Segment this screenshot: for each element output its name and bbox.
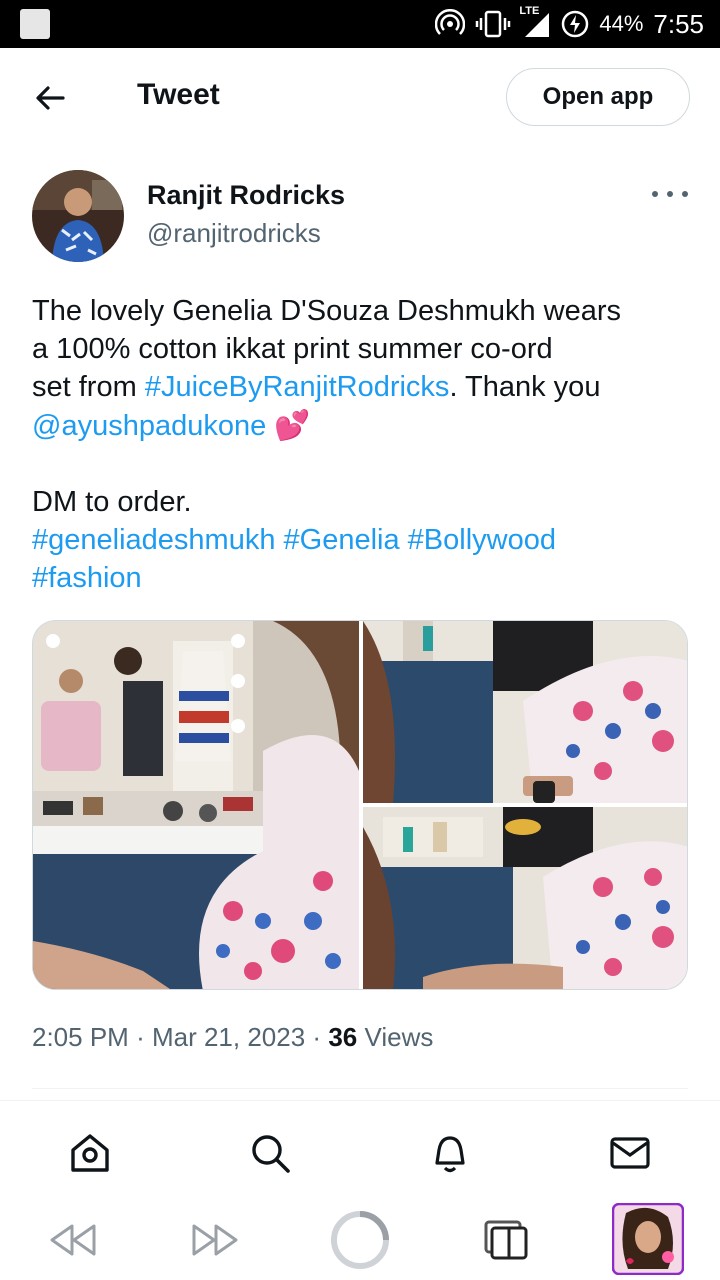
- search-icon: [252, 1135, 290, 1173]
- tweet-line: DM to order.: [32, 486, 192, 518]
- tweet-line: The lovely Genelia D'Souza Deshmukh wear…: [32, 295, 622, 327]
- tabs-button[interactable]: [478, 1210, 534, 1270]
- vibrate-icon: [475, 9, 511, 39]
- separator: ·: [136, 1022, 145, 1052]
- two-hearts-emoji: 💕: [274, 408, 311, 442]
- tweet-time: 2:05 PM: [32, 1022, 129, 1052]
- hashtag-link[interactable]: #JuiceByRanjitRodricks: [145, 371, 450, 403]
- profile-thumbnail-button[interactable]: [612, 1203, 684, 1275]
- page-title: Tweet: [137, 78, 220, 111]
- open-app-button[interactable]: Open app: [506, 68, 690, 126]
- status-bar: LTE 44% 7:55: [0, 0, 720, 48]
- tab-bar: [0, 1100, 720, 1200]
- profile-thumbnail: [612, 1203, 684, 1275]
- photo-2[interactable]: [363, 621, 687, 803]
- mention-link[interactable]: @ayushpadukone: [32, 410, 266, 442]
- media-grid: [32, 620, 688, 990]
- tweet-line: @ayushpadukone 💕: [32, 406, 692, 445]
- hashtag-link[interactable]: #fashion: [32, 559, 692, 597]
- author-handle[interactable]: @ranjitrodricks: [147, 218, 321, 249]
- rewind-button[interactable]: [44, 1210, 100, 1270]
- hotspot-icon: [435, 9, 466, 39]
- home-circle-button[interactable]: [328, 1210, 392, 1270]
- tab-home[interactable]: [66, 1129, 114, 1177]
- tweet-text-segment: set from: [32, 371, 145, 403]
- top-header: Tweet Open app: [0, 48, 720, 148]
- fast-forward-button[interactable]: [188, 1210, 244, 1270]
- tweet-text: The lovely Genelia D'Souza Deshmukh wear…: [32, 292, 692, 597]
- tabs-icon: [484, 1220, 528, 1260]
- bell-icon: [435, 1136, 465, 1173]
- tab-search[interactable]: [246, 1129, 294, 1177]
- hashtags-link[interactable]: #geneliadeshmukh #Genelia #Bollywood: [32, 521, 692, 559]
- battery-percent: 44%: [599, 11, 644, 36]
- home-icon: [71, 1134, 109, 1172]
- tweet-meta: 2:05 PM · Mar 21, 2023 · 36 Views: [32, 1022, 433, 1053]
- more-options-icon[interactable]: [652, 184, 688, 204]
- circle-icon: [331, 1211, 389, 1269]
- arrow-left-icon: [36, 86, 65, 110]
- photo-1[interactable]: [33, 621, 359, 989]
- tweet-line: a 100% cotton ikkat print summer co-ord: [32, 333, 553, 365]
- separator: ·: [312, 1022, 322, 1052]
- author-name[interactable]: Ranjit Rodricks: [147, 180, 345, 211]
- avatar[interactable]: [32, 170, 124, 262]
- divider: [32, 1088, 688, 1089]
- tab-messages[interactable]: [606, 1129, 654, 1177]
- browser-nav-bar: [0, 1200, 720, 1280]
- clock: 7:55: [653, 8, 704, 39]
- network-type: LTE: [519, 5, 540, 17]
- photo-3[interactable]: [363, 807, 687, 989]
- battery-charging-icon: [561, 10, 589, 38]
- notification-icon: [20, 9, 50, 39]
- views-label: Views: [364, 1022, 434, 1052]
- back-button[interactable]: [28, 76, 72, 120]
- tweet-line: set from #JuiceByRanjitRodricks. Thank y…: [32, 368, 692, 406]
- fast-forward-icon: [192, 1224, 238, 1256]
- tab-notifications[interactable]: [426, 1129, 474, 1177]
- views-count: 36: [328, 1022, 358, 1052]
- rewind-icon: [50, 1224, 96, 1256]
- tweet-text-segment: . Thank you: [449, 371, 601, 403]
- mail-icon: [610, 1137, 650, 1169]
- tweet-date[interactable]: Mar 21, 2023: [152, 1022, 305, 1052]
- signal-icon: LTE: [519, 5, 551, 39]
- status-icons: LTE 44% 7:55: [435, 0, 704, 48]
